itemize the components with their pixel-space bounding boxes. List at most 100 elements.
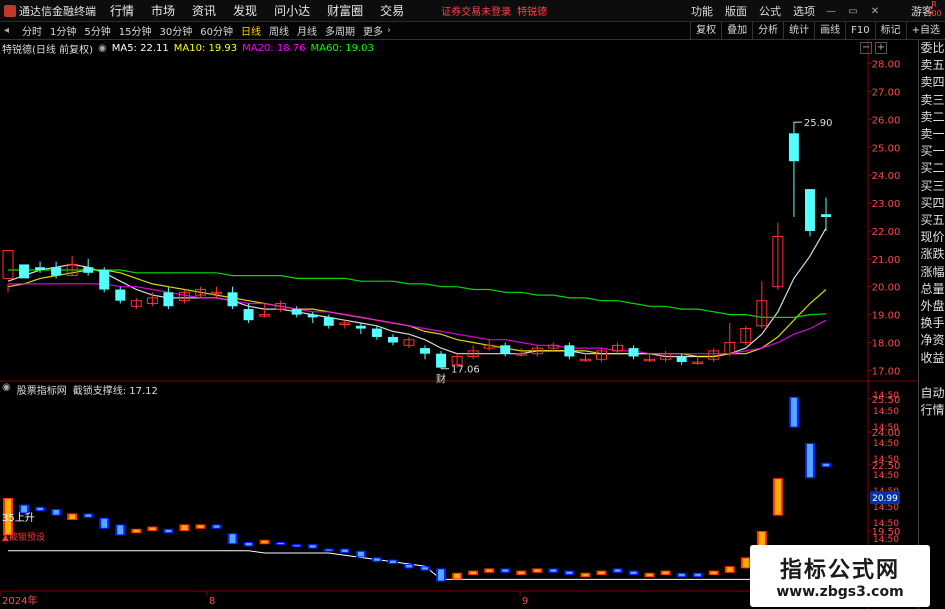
settings-icon[interactable]: ◉ xyxy=(98,43,107,54)
period-30min[interactable]: 30分钟 xyxy=(159,23,192,38)
lower-bar-inner xyxy=(518,571,525,574)
lower-bar-inner xyxy=(293,545,300,547)
time-tick-label: 14:50 xyxy=(873,455,899,465)
right-panel-item[interactable]: 换手 xyxy=(919,315,945,332)
menu-ask-xiaoda[interactable]: 问小达 xyxy=(274,2,310,19)
mark-button[interactable]: 标记 xyxy=(874,22,906,40)
candle-body xyxy=(2,249,14,279)
lower-bar xyxy=(628,570,639,575)
minimize-icon[interactable]: — xyxy=(825,6,837,17)
stats-button[interactable]: 统计 xyxy=(783,22,814,40)
menu-formula[interactable]: 公式 xyxy=(759,3,781,19)
right-panel-item[interactable]: 涨跌 xyxy=(919,246,945,263)
x-tick-label: 9 xyxy=(522,596,528,607)
right-panel-item[interactable]: 买二 xyxy=(919,160,945,177)
draw-line-button[interactable]: 画线 xyxy=(814,22,845,40)
app-logo-icon xyxy=(4,4,16,17)
right-panel-item[interactable]: 收益 xyxy=(919,350,945,367)
candle xyxy=(83,258,94,276)
right-panel-item[interactable]: 净资 xyxy=(919,332,945,349)
lower-bar xyxy=(484,568,495,573)
period-weekly[interactable]: 周线 xyxy=(269,23,289,38)
candle-body xyxy=(83,267,94,273)
restore-icon[interactable]: ▭ xyxy=(847,6,859,17)
lower-bar-inner xyxy=(630,571,637,574)
f10-button[interactable]: F10 xyxy=(845,22,874,40)
candle-body xyxy=(821,214,831,217)
candle xyxy=(163,286,174,310)
menu-function[interactable]: 功能 xyxy=(691,3,713,19)
price-tick-label: 28.00 xyxy=(872,60,901,71)
login-notice[interactable]: 证券交易未登录 xyxy=(441,3,511,18)
right-panel-item[interactable]: 卖五 xyxy=(919,57,945,74)
right-panel-bottom-item[interactable]: 行情 xyxy=(919,402,945,419)
candle xyxy=(628,345,639,360)
chart-side-buttons: − + xyxy=(860,42,887,54)
right-panel-item[interactable]: 现价 xyxy=(919,229,945,246)
lower-bar-inner xyxy=(662,571,669,574)
right-panel-item[interactable]: 外盘 xyxy=(919,298,945,315)
menu-options[interactable]: 选项 xyxy=(793,3,815,19)
add-watchlist-button[interactable]: +自选 xyxy=(905,22,945,40)
right-panel-item[interactable]: 涨幅 xyxy=(919,264,945,281)
analysis-button[interactable]: 分析 xyxy=(752,22,783,40)
nav-left-icon[interactable]: ◂ xyxy=(4,25,14,36)
candle-body xyxy=(371,328,382,337)
candle xyxy=(644,353,656,363)
menu-wealth-circle[interactable]: 财富圈 xyxy=(327,2,363,19)
lower-bar xyxy=(676,572,687,578)
menu-quotes[interactable]: 行情 xyxy=(110,2,134,19)
right-panel-item[interactable]: 卖三 xyxy=(919,92,945,109)
candle xyxy=(115,286,126,304)
menu-layout[interactable]: 版面 xyxy=(725,3,747,19)
lower-settings-icon[interactable]: ◉ xyxy=(2,382,11,397)
overlay-button[interactable]: 叠加 xyxy=(721,22,752,40)
kline-chart[interactable]: 28.00 27.00 26.00 25.00 24.00 23.00 22.00 21.00… xyxy=(0,40,918,609)
candle-body xyxy=(19,264,30,279)
menu-news[interactable]: 资讯 xyxy=(192,2,216,19)
period-intraday[interactable]: 分时 xyxy=(22,23,42,38)
menu-market[interactable]: 市场 xyxy=(151,2,175,19)
more-arrow-icon[interactable]: › xyxy=(387,25,397,36)
period-5min[interactable]: 5分钟 xyxy=(84,23,110,38)
candle xyxy=(371,325,382,340)
lower-bar-inner xyxy=(245,543,252,546)
candle xyxy=(403,336,415,349)
lower-bar xyxy=(692,572,703,578)
right-panel-item[interactable]: 买四 xyxy=(919,195,945,212)
right-panel-item[interactable]: 买五 xyxy=(919,212,945,229)
candle xyxy=(579,353,591,363)
lower-bar xyxy=(259,539,270,545)
lower-bar-inner xyxy=(325,549,332,551)
lower-bar xyxy=(596,570,607,575)
zoom-in-icon[interactable]: + xyxy=(875,42,887,54)
menu-discover[interactable]: 发现 xyxy=(233,2,257,19)
lower-bar-inner xyxy=(694,573,701,577)
right-panel-item[interactable]: 买三 xyxy=(919,178,945,195)
right-panel-item[interactable]: 卖一 xyxy=(919,126,945,143)
zoom-out-icon[interactable]: − xyxy=(860,42,872,54)
menu-trade[interactable]: 交易 xyxy=(380,2,404,19)
lower-bar-inner xyxy=(101,518,108,528)
period-more[interactable]: 更多 xyxy=(363,23,383,38)
right-panel-item[interactable]: 委比 xyxy=(919,40,945,57)
period-15min[interactable]: 15分钟 xyxy=(119,23,152,38)
candle xyxy=(676,353,687,365)
period-daily[interactable]: 日线 xyxy=(241,23,261,38)
right-panel-item[interactable]: 总量 xyxy=(919,281,945,298)
period-monthly[interactable]: 月线 xyxy=(297,23,317,38)
right-panel-item[interactable]: 卖四 xyxy=(919,74,945,91)
right-panel-item[interactable]: 买一 xyxy=(919,143,945,160)
price-tick-label: 23.00 xyxy=(872,199,901,210)
candle-body xyxy=(804,189,815,231)
period-1min[interactable]: 1分钟 xyxy=(50,23,76,38)
time-tick-label: 14:50 xyxy=(873,519,899,529)
period-60min[interactable]: 60分钟 xyxy=(200,23,233,38)
right-panel-bottom-item[interactable]: 自动 xyxy=(919,385,945,402)
close-icon[interactable]: ✕ xyxy=(869,6,881,17)
period-multi[interactable]: 多周期 xyxy=(325,23,355,38)
candle-body xyxy=(564,345,575,357)
lower-bar xyxy=(227,533,238,545)
right-panel-item[interactable]: 卖二 xyxy=(919,109,945,126)
adjust-button[interactable]: 复权 xyxy=(690,22,721,40)
